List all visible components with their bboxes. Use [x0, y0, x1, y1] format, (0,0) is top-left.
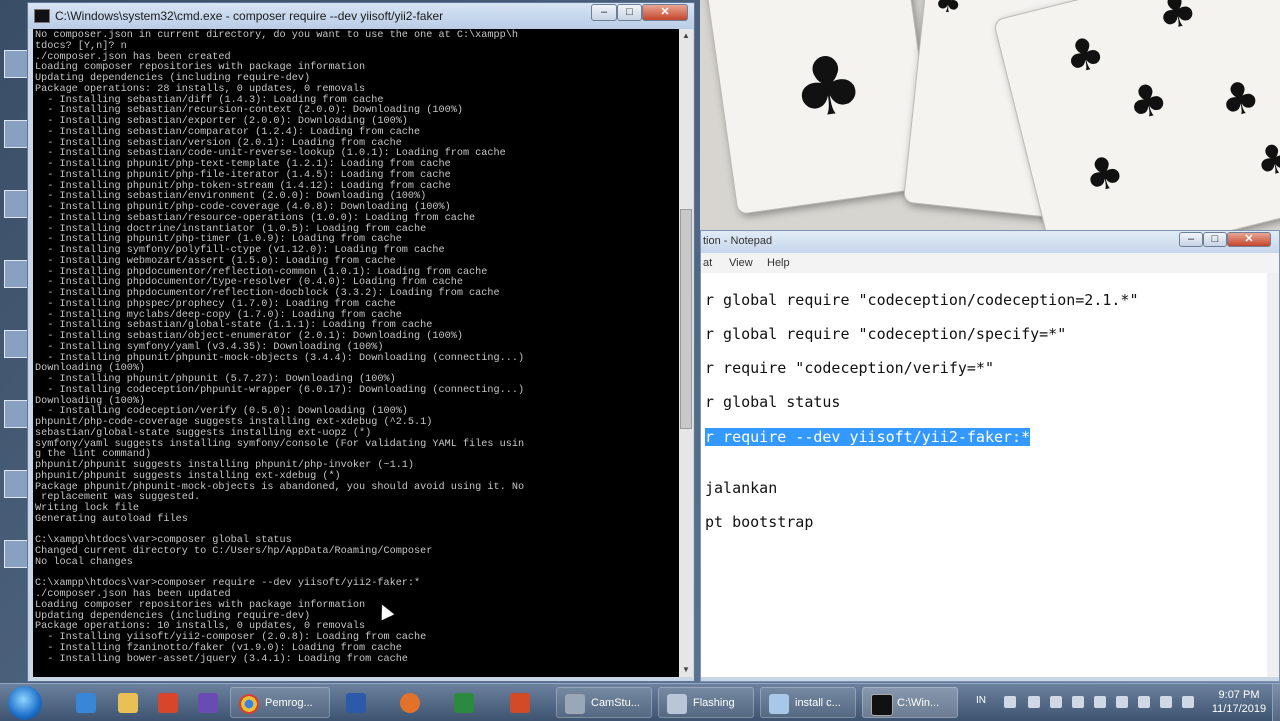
playing-card: ♣	[704, 0, 938, 215]
taskbar: Pemrog... CamStu... Flashing install c..…	[0, 683, 1280, 721]
cmd-icon	[34, 9, 50, 23]
notepad-menubar: at View Help	[701, 253, 1279, 274]
tray-icon[interactable]	[1028, 696, 1040, 708]
word-icon	[346, 693, 366, 713]
clock[interactable]: 9:07 PM 11/17/2019	[1209, 688, 1269, 716]
window-icon	[667, 694, 687, 714]
clock-time: 9:07 PM	[1218, 689, 1260, 701]
notepad-line: r global require "codeception/codeceptio…	[705, 291, 1139, 309]
club-icon: ♣	[1078, 145, 1130, 205]
notepad-titlebar[interactable]: tion - Notepad – □ ✕	[701, 231, 1279, 253]
taskbar-powerpoint[interactable]	[502, 687, 538, 718]
vs-icon	[198, 693, 218, 713]
scroll-down-icon[interactable]: ▼	[679, 663, 693, 677]
notepad-window[interactable]: tion - Notepad – □ ✕ at View Help r glob…	[700, 230, 1280, 682]
cmd-titlebar[interactable]: C:\Windows\system32\cmd.exe - composer r…	[28, 3, 694, 29]
taskbar-excel[interactable]	[446, 687, 482, 718]
excel-icon	[454, 693, 474, 713]
scroll-up-icon[interactable]: ▲	[679, 29, 693, 43]
network-icon[interactable]	[1138, 696, 1150, 708]
language-indicator[interactable]: IN	[976, 695, 986, 706]
taskbar-flashing[interactable]: Flashing	[658, 687, 754, 718]
chrome-icon	[239, 694, 259, 714]
club-icon: ♣	[933, 0, 964, 22]
minimize-button[interactable]: –	[1179, 232, 1203, 247]
menu-format[interactable]: at	[703, 257, 712, 269]
desktop-icon[interactable]	[4, 120, 28, 148]
taskbar-cmd[interactable]: C:\Win...	[862, 687, 958, 718]
tray-icon[interactable]	[1004, 696, 1016, 708]
ie-icon	[76, 693, 96, 713]
flag-icon[interactable]	[1160, 696, 1172, 708]
notepad-line: r global require "codeception/specify=*"	[705, 325, 1067, 343]
desktop-icon[interactable]	[4, 330, 28, 358]
taskbar-camstudio[interactable]: CamStu...	[556, 687, 652, 718]
tray-icon[interactable]	[1072, 696, 1084, 708]
club-icon: ♣	[785, 35, 870, 138]
start-button[interactable]	[8, 686, 42, 720]
taskbar-label: C:\Win...	[897, 697, 940, 709]
notepad-editor[interactable]: r global require "codeception/codeceptio…	[701, 273, 1267, 677]
club-icon: ♣	[1151, 0, 1203, 42]
camstudio-icon	[565, 694, 585, 714]
firefox-icon	[400, 693, 420, 713]
taskbar-label: Pemrog...	[265, 697, 313, 709]
club-icon: ♣	[1214, 69, 1266, 129]
taskbar-visual-studio[interactable]	[190, 687, 226, 718]
desktop-icon[interactable]	[4, 190, 28, 218]
notepad-line: jalankan	[705, 479, 778, 497]
taskbar-firefox[interactable]	[392, 687, 428, 718]
notepad-icon	[769, 694, 789, 714]
taskbar-label: install c...	[795, 697, 841, 709]
club-icon: ♣	[1122, 72, 1174, 132]
taskbar-notepad[interactable]: install c...	[760, 687, 856, 718]
playing-cards-photo: ♣ ♣ ♣ ♣ ♣ ♣ ♣ ♣	[700, 0, 1280, 232]
cmd-scrollbar[interactable]: ▲ ▼	[679, 29, 693, 677]
folder-icon	[118, 693, 138, 713]
tray-icon[interactable]	[1094, 696, 1106, 708]
close-button[interactable]: ✕	[642, 4, 688, 21]
close-button[interactable]: ✕	[1227, 232, 1271, 247]
notepad-line: pt bootstrap	[705, 513, 814, 531]
taskbar-explorer[interactable]	[110, 687, 146, 718]
taskbar-label: CamStu...	[591, 697, 640, 709]
desktop-icon[interactable]	[4, 540, 28, 568]
volume-icon[interactable]	[1182, 696, 1194, 708]
notepad-title: tion - Notepad	[703, 235, 773, 247]
cmd-output: No composer.json in current directory, d…	[35, 30, 525, 665]
cmd-icon	[871, 694, 893, 716]
maximize-button[interactable]: □	[617, 4, 642, 21]
desktop-icon[interactable]	[4, 470, 28, 498]
powerpoint-icon	[510, 693, 530, 713]
minimize-button[interactable]: –	[591, 4, 617, 21]
tray-icon[interactable]	[1116, 696, 1128, 708]
taskbar-chrome[interactable]: Pemrog...	[230, 687, 330, 718]
desktop-icon[interactable]	[4, 260, 28, 288]
notepad-scrollbar[interactable]	[1267, 273, 1279, 677]
notepad-line: r global status	[705, 393, 841, 411]
notepad-line: r require "codeception/verify=*"	[705, 359, 994, 377]
menu-help[interactable]: Help	[767, 257, 790, 269]
desktop-icons	[0, 40, 30, 660]
maximize-button[interactable]: □	[1203, 232, 1227, 247]
club-icon: ♣	[1251, 133, 1280, 188]
menu-view[interactable]: View	[729, 257, 753, 269]
scrollbar-thumb[interactable]	[680, 209, 692, 429]
taskbar-ie[interactable]	[68, 687, 104, 718]
cmd-window[interactable]: C:\Windows\system32\cmd.exe - composer r…	[27, 2, 695, 682]
desktop-icon[interactable]	[4, 400, 28, 428]
cmd-title: C:\Windows\system32\cmd.exe - composer r…	[55, 9, 444, 23]
notepad-line-selected: r require --dev yiisoft/yii2-faker:*	[705, 428, 1031, 446]
cmd-console[interactable]: No composer.json in current directory, d…	[33, 29, 679, 677]
pdf-icon	[158, 693, 178, 713]
show-desktop-button[interactable]	[1272, 684, 1280, 721]
taskbar-label: Flashing	[693, 697, 735, 709]
desktop-icon[interactable]	[4, 50, 28, 78]
tray-icon[interactable]	[1050, 696, 1062, 708]
taskbar-pdf[interactable]	[150, 687, 186, 718]
clock-date: 11/17/2019	[1211, 703, 1267, 715]
club-icon: ♣	[1059, 26, 1111, 86]
taskbar-word[interactable]	[338, 687, 374, 718]
